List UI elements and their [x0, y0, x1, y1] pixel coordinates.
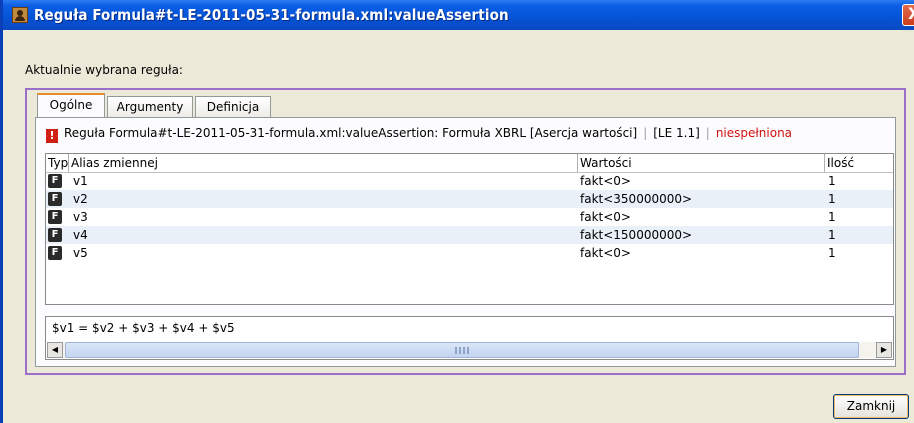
dialog-window: Reguła Formula#t-LE-2011-05-31-formula.x…	[0, 0, 914, 423]
scroll-left-button[interactable]: ◀	[47, 342, 63, 358]
value-cell: fakt<0>	[580, 210, 631, 224]
alias-cell: v4	[73, 228, 88, 242]
value-cell: fakt<350000000>	[580, 192, 693, 206]
separator: |	[643, 126, 648, 140]
count-cell: 1	[828, 192, 836, 206]
count-cell: 1	[828, 174, 836, 188]
value-cell: fakt<0>	[580, 174, 631, 188]
window-close-button[interactable]: X	[902, 4, 914, 26]
count-cell: 1	[828, 228, 836, 242]
tab-general[interactable]: Ogólne	[37, 93, 105, 119]
app-user-icon	[12, 7, 28, 23]
horizontal-scrollbar[interactable]: ◀ ▶	[47, 342, 892, 358]
table-row[interactable]: F v5 fakt<0> 1	[46, 244, 893, 262]
column-header-values[interactable]: Wartości	[578, 154, 825, 172]
rule-version: [LE 1.1]	[653, 126, 700, 140]
alias-cell: v3	[73, 210, 88, 224]
variables-table: Typ Alias zmiennej Wartości Ilość F v1 f…	[45, 153, 894, 305]
tab-arguments[interactable]: Argumenty	[107, 96, 193, 118]
tab-definition[interactable]: Definicja	[195, 96, 271, 118]
alias-cell: v5	[73, 246, 88, 260]
scrollbar-thumb[interactable]	[65, 342, 859, 358]
table-row[interactable]: F v3 fakt<0> 1	[46, 208, 893, 226]
table-row[interactable]: F v1 fakt<0> 1	[46, 172, 893, 190]
value-cell: fakt<150000000>	[580, 228, 693, 242]
grip-icon	[455, 347, 471, 354]
close-button[interactable]: Zamknij	[833, 394, 909, 419]
tab-content: ! Reguła Formula#t-LE-2011-05-31-formula.…	[35, 117, 896, 367]
rule-status: niespełniona	[715, 126, 793, 140]
formula-fact-icon: F	[48, 228, 62, 242]
scroll-right-button[interactable]: ▶	[876, 342, 892, 358]
alias-cell: v1	[73, 174, 88, 188]
table-header: Typ Alias zmiennej Wartości Ilość	[46, 154, 893, 173]
formula-expression: $v1 = $v2 + $v3 + $v4 + $v5	[52, 321, 235, 335]
window-title: Reguła Formula#t-LE-2011-05-31-formula.x…	[34, 6, 509, 24]
title-bar[interactable]: Reguła Formula#t-LE-2011-05-31-formula.x…	[3, 0, 914, 30]
column-header-count[interactable]: Ilość	[825, 154, 893, 172]
separator: |	[705, 126, 710, 140]
rule-description: Reguła Formula#t-LE-2011-05-31-formula.x…	[64, 126, 638, 140]
table-row[interactable]: F v4 fakt<150000000> 1	[46, 226, 893, 244]
column-header-alias[interactable]: Alias zmiennej	[69, 154, 578, 172]
formula-fact-icon: F	[48, 174, 62, 188]
rule-panel: Ogólne Argumenty Definicja ! Reguła Formu…	[25, 88, 906, 375]
formula-expression-box[interactable]: $v1 = $v2 + $v3 + $v4 + $v5 ◀ ▶	[45, 316, 894, 360]
count-cell: 1	[828, 210, 836, 224]
formula-fact-icon: F	[48, 246, 62, 260]
warning-icon: !	[46, 129, 58, 143]
formula-fact-icon: F	[48, 210, 62, 224]
count-cell: 1	[828, 246, 836, 260]
alias-cell: v2	[73, 192, 88, 206]
formula-fact-icon: F	[48, 192, 62, 206]
selected-rule-label: Aktualnie wybrana reguła:	[25, 63, 183, 77]
table-row[interactable]: F v2 fakt<350000000> 1	[46, 190, 893, 208]
column-header-type[interactable]: Typ	[46, 154, 69, 172]
rule-info-line: ! Reguła Formula#t-LE-2011-05-31-formula.…	[46, 126, 792, 143]
value-cell: fakt<0>	[580, 246, 631, 260]
